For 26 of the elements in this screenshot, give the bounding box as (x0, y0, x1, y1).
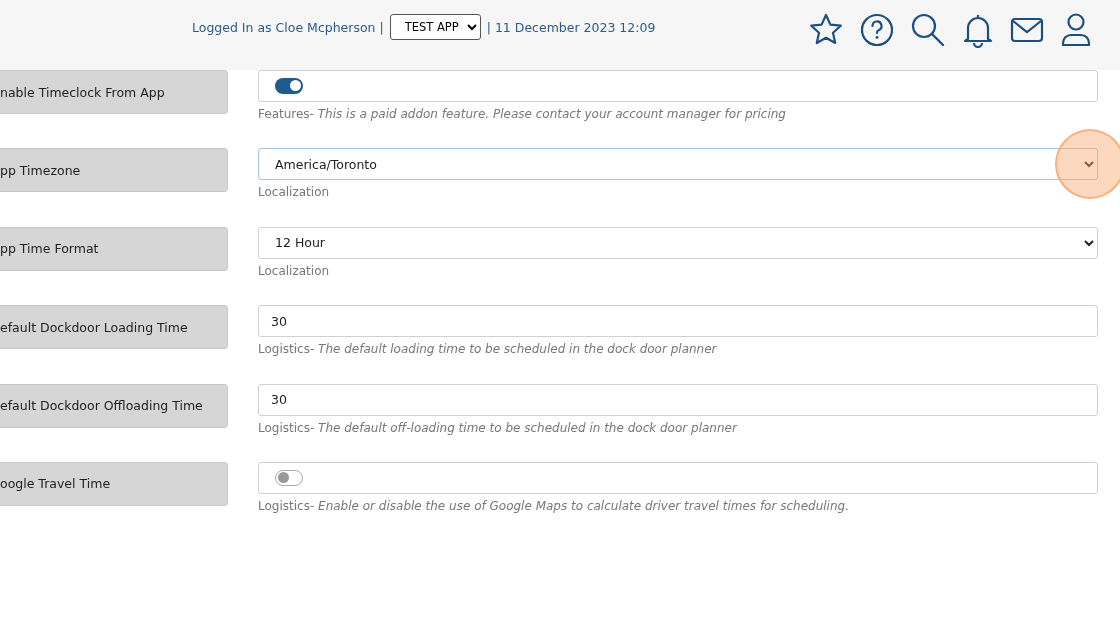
bell-icon[interactable] (962, 12, 994, 48)
hint-text: Localization (258, 185, 331, 200)
toggle-switch[interactable] (275, 78, 303, 94)
select-field[interactable]: 12 Hour (258, 226, 1098, 259)
hint-text: Logistics- The default loading time to be scheduled in the dock door planner (258, 342, 718, 357)
select-field[interactable]: America/Toronto (258, 148, 1098, 181)
setting-label: pp Time Format (0, 226, 228, 271)
setting-label: efault Dockdoor Offloading Time (0, 383, 228, 428)
logged-in-text: Logged In as Cloe Mcpherson | (192, 19, 384, 35)
app-select[interactable]: TEST APP (389, 14, 481, 40)
hint-text: Logistics- The default off-loading time to be scheduled in the dock door planner (258, 420, 739, 435)
setting-label: pp Timezone (0, 148, 228, 193)
hint-text: Features- This is a paid addon feature. Please contact your account manager for pricing (258, 107, 787, 121)
date-text: | 11 December 2023 12:09 (486, 19, 656, 35)
hint-text: Localization (258, 263, 331, 278)
input-field[interactable]: 30 (258, 305, 1098, 338)
toggle-switch[interactable] (275, 469, 303, 486)
mail-icon[interactable] (1010, 16, 1044, 44)
user-icon[interactable] (1060, 12, 1092, 48)
search-icon[interactable] (910, 12, 946, 48)
hint-text: Logistics- Enable or disable the use of Google Maps to calculate driver travel times for scheduling. (258, 498, 850, 513)
input-field[interactable]: 30 (258, 383, 1098, 416)
setting-label: nable Timeclock From App (0, 70, 228, 114)
help-icon[interactable] (860, 13, 894, 47)
setting-label: efault Dockdoor Loading Time (0, 305, 228, 350)
setting-label: oogle Travel Time (0, 461, 228, 506)
